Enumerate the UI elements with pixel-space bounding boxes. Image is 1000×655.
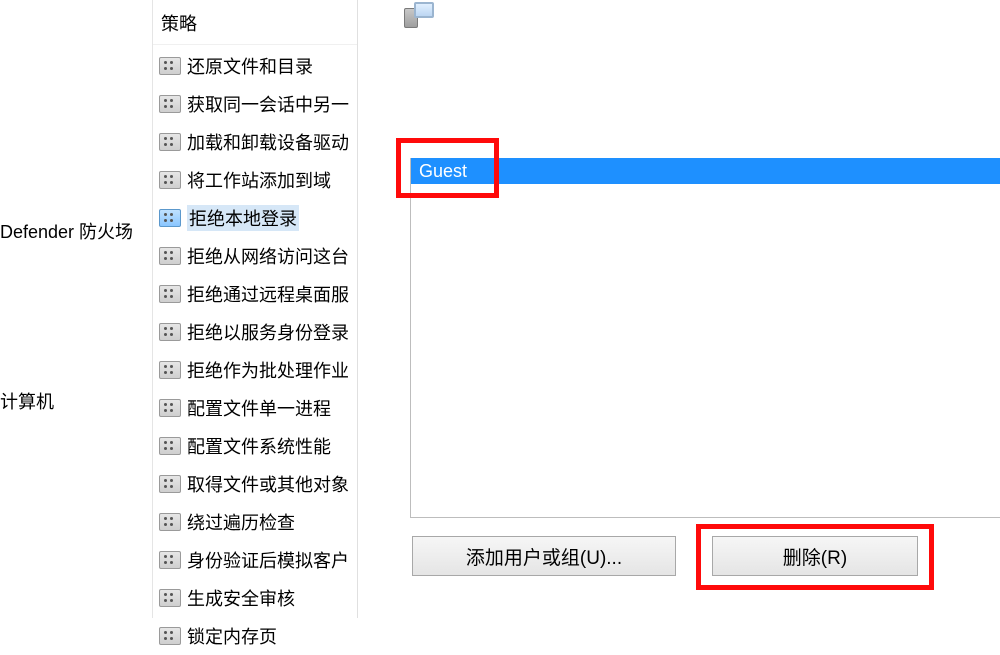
policy-item[interactable]: 身份验证后模拟客户 (153, 541, 357, 579)
member-row-selected[interactable]: Guest (411, 158, 1000, 184)
policy-icon (159, 437, 181, 455)
tree-node-defender[interactable]: Defender 防火场 (0, 218, 133, 244)
policy-item[interactable]: 绕过遍历检查 (153, 503, 357, 541)
policy-list-header: 策略 (153, 0, 357, 45)
policy-icon (159, 399, 181, 417)
policy-item-label: 还原文件和目录 (187, 53, 313, 79)
policy-item[interactable]: 取得文件或其他对象 (153, 465, 357, 503)
policy-item[interactable]: 配置文件系统性能 (153, 427, 357, 465)
policy-item-label: 配置文件系统性能 (187, 433, 331, 459)
policy-item[interactable]: 拒绝以服务身份登录 (153, 313, 357, 351)
policy-item[interactable]: 配置文件单一进程 (153, 389, 357, 427)
tree-node-computer[interactable]: 计算机 (0, 388, 54, 414)
policy-icon (159, 95, 181, 113)
policy-item-label: 获取同一会话中另一 (187, 91, 349, 117)
policy-item[interactable]: 拒绝本地登录 (153, 199, 357, 237)
policy-item-label: 拒绝从网络访问这台 (187, 243, 349, 269)
policy-icon (159, 475, 181, 493)
policy-icon (159, 57, 181, 75)
policy-item[interactable]: 获取同一会话中另一 (153, 85, 357, 123)
policy-icon (159, 361, 181, 379)
policy-item[interactable]: 拒绝通过远程桌面服 (153, 275, 357, 313)
members-listbox[interactable]: Guest (410, 158, 1000, 518)
policy-item-label: 拒绝以服务身份登录 (187, 319, 349, 345)
policy-item[interactable]: 拒绝作为批处理作业 (153, 351, 357, 389)
policy-item-label: 锁定内存页 (187, 623, 277, 649)
remove-button[interactable]: 删除(R) (712, 536, 918, 576)
policy-icon (159, 133, 181, 151)
policy-item-label: 生成安全审核 (187, 585, 295, 611)
policy-item[interactable]: 将工作站添加到域 (153, 161, 357, 199)
policy-item-label: 配置文件单一进程 (187, 395, 331, 421)
policy-icon (159, 209, 181, 227)
policy-icon (159, 285, 181, 303)
policy-item[interactable]: 加载和卸载设备驱动 (153, 123, 357, 161)
policy-icon (159, 513, 181, 531)
policy-item[interactable]: 生成安全审核 (153, 579, 357, 617)
policy-item-label: 身份验证后模拟客户 (187, 547, 349, 573)
policy-icon (159, 323, 181, 341)
computer-icon (404, 2, 434, 32)
policy-item-label: 拒绝本地登录 (187, 205, 299, 231)
policy-icon (159, 627, 181, 645)
policy-item-label: 拒绝通过远程桌面服 (187, 281, 349, 307)
policy-item[interactable]: 锁定内存页 (153, 617, 357, 655)
policy-item-label: 加载和卸载设备驱动 (187, 129, 349, 155)
policy-item-label: 拒绝作为批处理作业 (187, 357, 349, 383)
policy-item-label: 绕过遍历检查 (187, 509, 295, 535)
policy-icon (159, 551, 181, 569)
policy-item-label: 取得文件或其他对象 (187, 471, 349, 497)
policy-item[interactable]: 还原文件和目录 (153, 47, 357, 85)
policy-icon (159, 171, 181, 189)
add-user-or-group-button[interactable]: 添加用户或组(U)... (412, 536, 676, 576)
policy-list-panel: 策略 还原文件和目录获取同一会话中另一加载和卸载设备驱动将工作站添加到域拒绝本地… (152, 0, 358, 618)
policy-icon (159, 247, 181, 265)
policy-item[interactable]: 拒绝从网络访问这台 (153, 237, 357, 275)
policy-icon (159, 589, 181, 607)
policy-item-label: 将工作站添加到域 (187, 167, 331, 193)
